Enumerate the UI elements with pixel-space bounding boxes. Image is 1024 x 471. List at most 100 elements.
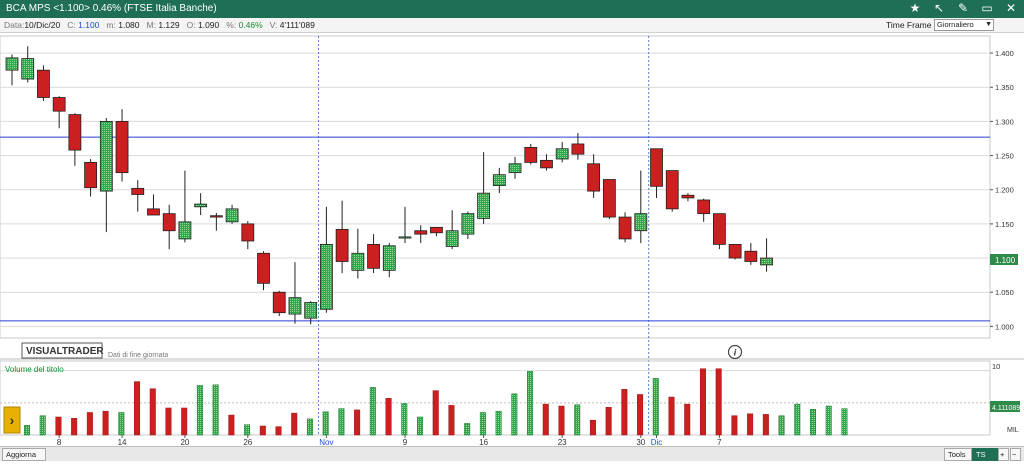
candle xyxy=(257,251,270,291)
candle-body xyxy=(650,148,663,187)
max-label: M: xyxy=(146,20,156,30)
x-tick-label: 26 xyxy=(243,438,252,446)
window-controls: ★ ↖ ✎ ▭ ✕ xyxy=(908,1,1018,15)
volume-bar xyxy=(794,403,801,436)
candle-body xyxy=(681,194,695,199)
pin-icon[interactable]: ↖ xyxy=(932,1,946,15)
pct-label: %: xyxy=(226,20,237,30)
candle-series xyxy=(5,46,773,325)
volume-panel-title: Volume del titolo xyxy=(5,365,64,374)
volume-bar xyxy=(527,371,534,436)
maximize-icon[interactable]: ▭ xyxy=(980,1,994,15)
zoom-out-button[interactable]: − xyxy=(1010,448,1021,461)
volume-bar xyxy=(810,409,816,436)
candle-body xyxy=(618,216,632,240)
min-value: 1.080 xyxy=(118,20,140,30)
ts-off-button[interactable]: TS OFF xyxy=(972,448,1000,470)
candle xyxy=(602,179,616,220)
volume-bar xyxy=(39,415,46,436)
candle xyxy=(178,170,192,243)
candle xyxy=(272,290,286,317)
candle-body xyxy=(178,221,192,240)
volume-bar xyxy=(369,387,376,436)
x-tick-label: 20 xyxy=(180,438,189,446)
close-value: 1.100 xyxy=(78,20,100,30)
update-button[interactable]: Aggiorna xyxy=(2,448,46,461)
candle-body xyxy=(508,163,522,174)
candle-body xyxy=(68,114,82,151)
candle-body xyxy=(602,179,616,218)
volume-bar xyxy=(605,407,612,436)
volume-bar xyxy=(432,390,439,436)
volume-bar xyxy=(401,403,408,436)
candle xyxy=(194,193,208,216)
price-tick-label: 1.350 xyxy=(995,83,1014,92)
zoom-in-button[interactable]: + xyxy=(998,448,1009,461)
candle-body xyxy=(430,226,443,234)
candle xyxy=(162,204,176,250)
price-volume-chart[interactable]: 1.000 1.050 1.100 1.150 1.200 1.250 1.300 1.350… xyxy=(0,33,1024,446)
volume-bar xyxy=(825,405,832,436)
volume-bar xyxy=(495,410,502,436)
candle-body xyxy=(257,252,270,284)
max-value: 1.129 xyxy=(158,20,180,30)
tools-button[interactable]: Tools xyxy=(944,448,972,461)
candle-body xyxy=(634,213,648,232)
candle-body xyxy=(194,203,208,208)
bottom-bar: Aggiorna Tools TS OFF + − xyxy=(0,446,1024,470)
candle-body xyxy=(335,228,349,262)
star-icon[interactable]: ★ xyxy=(908,1,922,15)
candle-body xyxy=(555,148,569,160)
candle-body xyxy=(99,121,113,192)
pct-value: 0.46% xyxy=(238,20,263,30)
scroll-left-button[interactable]: › xyxy=(3,406,21,434)
title-bar: BCA MPS <1.100> 0.46% (FTSE Italia Banch… xyxy=(0,0,1024,18)
volume-bar xyxy=(637,394,644,436)
candle xyxy=(84,158,97,197)
chart-window: BCA MPS <1.100> 0.46% (FTSE Italia Banch… xyxy=(0,0,1024,470)
date-value: 10/Dic/20 xyxy=(24,20,61,30)
close-icon[interactable]: ✕ xyxy=(1004,1,1018,15)
open-value: 1.090 xyxy=(197,20,220,30)
candle xyxy=(68,113,82,166)
candle xyxy=(540,154,553,171)
candle-body xyxy=(21,58,35,80)
window-title: BCA MPS <1.100> 0.46% (FTSE Italia Banch… xyxy=(6,3,217,14)
ohlc-values: Data:10/Dic/20 C: 1.100 m: 1.080 M: 1.12… xyxy=(4,20,315,30)
volume-bar xyxy=(134,381,141,436)
volume-bar xyxy=(652,378,659,436)
volume-bar xyxy=(181,407,188,436)
candle xyxy=(728,243,742,260)
volume-bar xyxy=(589,419,596,436)
volume-bar xyxy=(165,407,172,436)
x-tick-label: Dic xyxy=(651,438,663,446)
candle-body xyxy=(351,252,365,271)
candle xyxy=(477,152,491,224)
candle-body xyxy=(115,121,129,174)
candle-body xyxy=(367,243,380,269)
candle-body xyxy=(492,174,506,187)
x-tick-label: 8 xyxy=(57,438,62,446)
timeframe-label: Time Frame xyxy=(886,20,932,30)
edit-icon[interactable]: ✎ xyxy=(956,1,970,15)
timeframe-select[interactable]: Giornaliero ▼ xyxy=(934,19,994,31)
x-tick-label: 30 xyxy=(636,438,645,446)
candle-body xyxy=(319,243,333,310)
watermark-note: Dati di fine giornata xyxy=(108,352,168,359)
candle-body xyxy=(461,213,475,235)
candle xyxy=(225,204,239,224)
timeframe-value: Giornaliero xyxy=(937,20,974,29)
volume-bar xyxy=(621,389,628,436)
volume-bar xyxy=(731,415,738,436)
volume-bar xyxy=(668,396,675,436)
candle-body xyxy=(713,213,726,245)
candle-body xyxy=(272,291,286,314)
volume-badge: 4.111089 xyxy=(990,401,1020,412)
volume-bar xyxy=(259,425,266,436)
candle xyxy=(241,221,255,250)
candle-body xyxy=(225,208,239,223)
open-label: O: xyxy=(186,20,196,30)
info-icon[interactable]: i xyxy=(727,344,743,360)
volume-bar xyxy=(385,398,392,436)
candle xyxy=(147,194,160,216)
